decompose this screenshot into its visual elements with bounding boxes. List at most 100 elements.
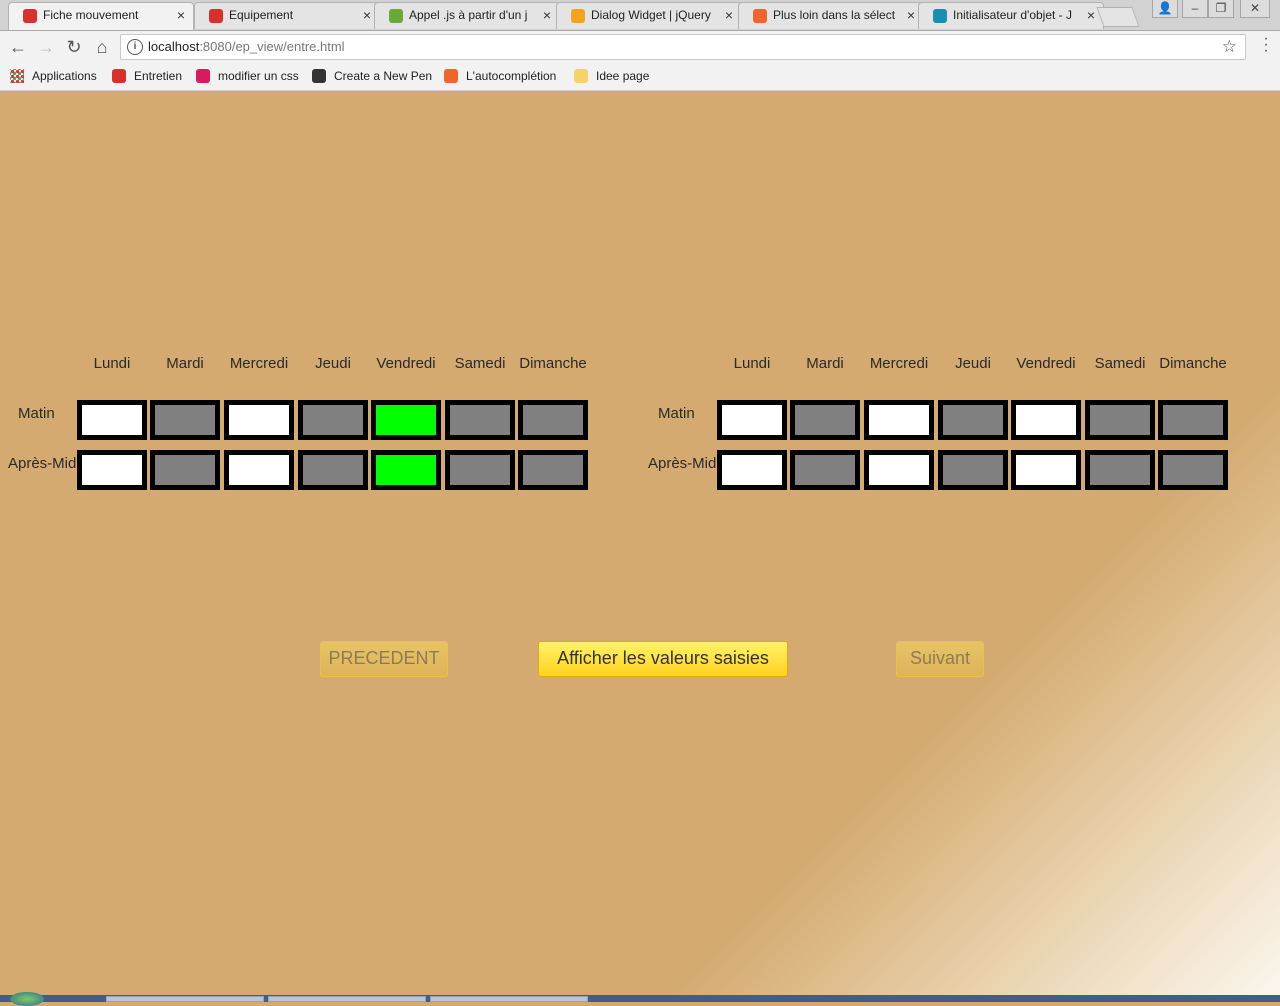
browser-tab[interactable]: Plus loin dans la sélect ×	[738, 2, 924, 29]
bookmark-label: Idee page	[596, 69, 650, 83]
day-label-mardi: Mardi	[166, 355, 204, 372]
tab-close-icon[interactable]: ×	[1087, 3, 1095, 28]
tab-close-icon[interactable]: ×	[725, 3, 733, 28]
schedule-cell[interactable]	[371, 400, 441, 440]
tab-favicon-icon	[933, 9, 947, 23]
browser-tab[interactable]: Initialisateur d'objet - J ×	[918, 2, 1104, 29]
tab-favicon-icon	[23, 9, 37, 23]
schedule-cell[interactable]	[864, 450, 934, 490]
tab-title: Equipement	[229, 8, 294, 22]
schedule-cell[interactable]	[938, 450, 1008, 490]
tab-strip: Fiche mouvement × Equipement × Appel .js à p…	[0, 0, 1280, 31]
tab-close-icon[interactable]: ×	[543, 3, 551, 28]
bookmark-item[interactable]: Idee page	[574, 67, 649, 85]
browser-tab[interactable]: Equipement ×	[194, 2, 380, 29]
bookmark-label: Create a New Pen	[334, 69, 433, 83]
new-tab-button[interactable]	[1096, 7, 1140, 27]
bookmark-item[interactable]: L'autocomplétion	[444, 67, 556, 85]
schedule-cell[interactable]	[717, 450, 787, 490]
restore-icon[interactable]: ❐	[1208, 0, 1234, 18]
schedule-cell[interactable]	[518, 450, 588, 490]
info-icon[interactable]: i	[127, 39, 143, 55]
day-label-mercredi: Mercredi	[869, 355, 929, 372]
day-label-mardi: Mardi	[806, 355, 844, 372]
browser-tab[interactable]: Appel .js à partir d'un j ×	[374, 2, 560, 29]
precedent-button[interactable]: PRECEDENT	[320, 641, 448, 677]
bookmark-label: modifier un css	[218, 69, 299, 83]
day-label-mercredi: Mercredi	[229, 355, 289, 372]
day-label-lundi: Lundi	[93, 355, 131, 372]
tab-close-icon[interactable]: ×	[177, 3, 185, 28]
day-label-jeudi: Jeudi	[315, 355, 351, 372]
bookmark-item[interactable]: Entretien	[112, 67, 182, 85]
day-label-vendredi: Vendredi	[376, 355, 436, 372]
schedule-cell[interactable]	[77, 450, 147, 490]
suivant-button[interactable]: Suivant	[896, 641, 984, 677]
row-label-apres-midi: Après-Midi	[8, 455, 78, 472]
schedule-cell[interactable]	[1085, 400, 1155, 440]
schedule-cell[interactable]	[938, 400, 1008, 440]
reload-icon[interactable]: ↻	[62, 36, 86, 58]
schedule-cell[interactable]	[790, 450, 860, 490]
back-icon[interactable]: ←	[6, 36, 30, 58]
home-icon[interactable]: ⌂	[90, 36, 114, 58]
url-host: localhost	[148, 39, 200, 54]
url-text[interactable]: localhost:8080/ep_view/entre.html	[148, 39, 345, 54]
schedule-cell[interactable]	[717, 400, 787, 440]
profile-icon[interactable]: 👤	[1152, 0, 1178, 18]
minimize-icon[interactable]: –	[1182, 0, 1208, 18]
bookmark-item[interactable]: Create a New Pen	[312, 67, 432, 85]
codepen-icon	[312, 69, 326, 83]
bookmark-label: Entretien	[134, 69, 183, 83]
schedule-cell[interactable]	[77, 400, 147, 440]
folder-icon	[574, 69, 588, 83]
forward-icon[interactable]: →	[34, 36, 58, 58]
tab-title: Appel .js à partir d'un j	[409, 8, 528, 22]
schedule-cell[interactable]	[1011, 450, 1081, 490]
schedule-cell[interactable]	[298, 450, 368, 490]
day-label-dimanche: Dimanche	[519, 355, 587, 372]
schedule-cell[interactable]	[518, 400, 588, 440]
taskbar-item[interactable]	[268, 996, 426, 1002]
row-label-apres-midi: Après-Midi	[648, 455, 718, 472]
taskbar-item[interactable]	[106, 996, 264, 1002]
schedule-cell[interactable]	[1158, 400, 1228, 440]
schedule-cell[interactable]	[1158, 450, 1228, 490]
schedule-cell[interactable]	[150, 450, 220, 490]
row-label-matin: Matin	[18, 405, 55, 422]
browser-tab[interactable]: Dialog Widget | jQuery ×	[556, 2, 742, 29]
menu-icon[interactable]: · · ·	[1262, 31, 1270, 59]
schedule-cell[interactable]	[1085, 450, 1155, 490]
schedule-cell[interactable]	[224, 450, 294, 490]
schedule-cell[interactable]	[224, 400, 294, 440]
schedule-cell[interactable]	[790, 400, 860, 440]
address-bar[interactable]: i localhost:8080/ep_view/entre.html ☆	[120, 34, 1246, 60]
schedule-cell[interactable]	[298, 400, 368, 440]
day-label-vendredi: Vendredi	[1016, 355, 1076, 372]
schedule-cell[interactable]	[864, 400, 934, 440]
apps-grid-icon	[10, 69, 24, 83]
tab-close-icon[interactable]: ×	[907, 3, 915, 28]
tab-title: Dialog Widget | jQuery	[591, 8, 711, 22]
schedule-cell[interactable]	[1011, 400, 1081, 440]
browser-toolbar: ← → ↻ ⌂ i localhost:8080/ep_view/entre.h…	[0, 31, 1280, 63]
tab-close-icon[interactable]: ×	[363, 3, 371, 28]
schedule-cell[interactable]	[445, 450, 515, 490]
bookmark-item[interactable]: Applications	[10, 67, 97, 85]
taskbar-item[interactable]	[430, 996, 588, 1002]
bookmarks-bar: Applications Entretien modifier un css Crea…	[0, 63, 1280, 91]
bookmark-star-icon[interactable]: ☆	[1222, 37, 1237, 57]
bookmark-item[interactable]: modifier un css	[196, 67, 299, 85]
tab-favicon-icon	[389, 9, 403, 23]
day-label-lundi: Lundi	[733, 355, 771, 372]
afficher-valeurs-button[interactable]: Afficher les valeurs saisies	[538, 641, 788, 677]
start-button[interactable]	[10, 992, 44, 1006]
bookmark-label: Applications	[32, 69, 97, 83]
schedule-cell[interactable]	[445, 400, 515, 440]
row-label-matin: Matin	[658, 405, 695, 422]
page-content: Lundi Mardi Mercredi Jeudi Vendredi Samedi Dim…	[0, 91, 1280, 995]
schedule-cell[interactable]	[371, 450, 441, 490]
close-window-icon[interactable]: ✕	[1240, 0, 1270, 18]
schedule-cell[interactable]	[150, 400, 220, 440]
browser-tab[interactable]: Fiche mouvement ×	[8, 2, 194, 30]
